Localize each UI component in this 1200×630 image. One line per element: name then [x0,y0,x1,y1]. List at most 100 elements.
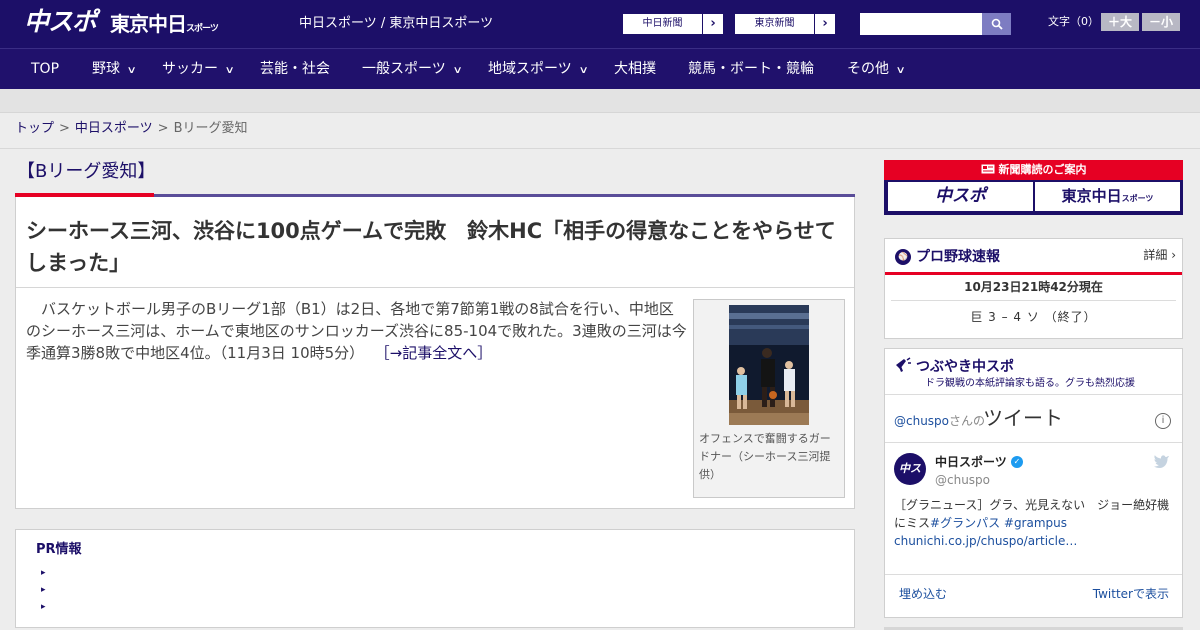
baseball-timestamp: 10月23日21時42分現在 [964,280,1103,294]
pr-section: PR情報 ▸ ▸ ▸ [15,529,855,628]
subscribe-tokyo-chunichi-button[interactable]: 東京中日スポーツ [1035,182,1180,211]
search-bar [860,13,1011,35]
twitter-handle-suffix: さんの [949,414,986,428]
nav-item-local-sports[interactable]: 地域スポーツ ∨ [488,49,589,90]
divider [16,287,854,288]
main-nav: TOP 野球 ∨ サッカー ∨ 芸能・社会 一般スポーツ ∨ 地域スポーツ ∨ 大相撲 … [0,48,1200,89]
breadcrumb-home[interactable]: トップ [15,121,54,136]
nav-label: サッカー [162,61,218,77]
verified-badge-icon: ✓ [1011,456,1023,468]
baseball-widget-title: プロ野球速報 [916,249,1000,265]
nav-item-soccer[interactable]: サッカー ∨ [162,49,235,90]
logo-sub-small-text: スポーツ [186,24,219,34]
subscription-header-label: 新聞購読のご案内 [998,163,1087,176]
divider [0,148,1200,149]
search-icon [991,18,1003,30]
nav-item-baseball[interactable]: 野球 ∨ [92,49,137,90]
subscribe-tokyo-chunichi-small-label: スポーツ [1121,194,1154,203]
breadcrumb-separator: > [157,121,169,136]
tweet-account-name[interactable]: 中日スポーツ [935,454,1007,470]
site-header: 中スポ 東京中日スポーツ 中日スポーツ / 東京中日スポーツ 中日新聞 › 東京… [0,0,1200,48]
tweet-username[interactable]: @chuspo [935,472,990,488]
subscribe-tokyo-chunichi-label: 東京中日 [1061,187,1122,205]
bird-shape [1154,455,1169,468]
divider [891,300,1176,301]
nav-label: TOP [31,61,60,77]
tweet-text: ［グラニュース］グラ、光見えない ジョー絶好機にミス#グランパス #grampu… [894,496,1176,532]
site-title: 中日スポーツ / 東京中日スポーツ [299,16,494,31]
article-photo[interactable] [729,305,809,425]
nav-label: その他 [847,61,889,77]
chevron-down-icon: ∨ [452,65,463,76]
info-icon[interactable]: i [1155,413,1171,429]
breadcrumb-section[interactable]: 中日スポーツ [75,121,153,136]
font-smaller-button[interactable]: －小 [1142,13,1180,31]
article-body-text: バスケットボール男子のBリーグ1部（B1）は2日、各地で第7節第1戦の8試合を行… [26,300,687,362]
chuspo-logo[interactable]: 中スポ [24,8,97,36]
baseball-detail-link[interactable]: 詳細 › [1143,247,1176,263]
search-button[interactable] [982,13,1011,35]
twitter-widget-subtitle: ドラ観戦の本紙評論家も語る。グラも熱烈応援 [925,378,1135,389]
nav-label: 野球 [92,61,120,77]
megaphone-icon [896,357,911,372]
baseball-game-score[interactable]: 巨 3 – 4 ソ （終了） [885,309,1182,325]
twitter-widget-title: つぶやき中スポ [916,359,1014,375]
nav-item-entertainment[interactable]: 芸能・社会 [260,49,330,90]
baseball-scores-widget: ⚾ プロ野球速報 詳細 › 10月23日21時42分現在 巨 3 – 4 ソ （… [884,238,1183,339]
breadcrumb-separator: > [59,121,70,136]
divider [885,574,1182,575]
embed-link[interactable]: 埋め込む [899,586,947,602]
breadcrumb-current: Bリーグ愛知 [173,121,248,136]
chevron-down-icon: ∨ [895,65,906,76]
subscribe-chuspo-button[interactable]: 中スポ [888,182,1033,211]
article-summary: バスケットボール男子のBリーグ1部（B1）は2日、各地で第7節第1戦の8試合を行… [26,298,688,364]
basketball-photo-image [729,305,809,425]
link-label: 東京新聞 [735,14,815,34]
nav-item-other[interactable]: その他 ∨ [847,49,906,90]
divider [885,394,1182,395]
article-card: シーホース三河、渋谷に100点ゲームで完敗 鈴木HC「相手の得意なことをやらせて… [15,197,855,509]
nav-label: 一般スポーツ [362,61,446,77]
logo-sub-text: 東京中日 [110,12,187,36]
nav-item-general-sports[interactable]: 一般スポーツ ∨ [362,49,463,90]
nav-label: 大相撲 [614,61,656,77]
tweet-link[interactable]: chunichi.co.jp/chuspo/article… [894,532,1077,550]
link-label: 中日新聞 [623,14,703,34]
baseball-icon: ⚾ [895,249,911,265]
tokyo-chunichi-logo[interactable]: 東京中日スポーツ [110,11,219,42]
nav-item-sumo[interactable]: 大相撲 [614,49,656,90]
avatar[interactable]: 中スポ [894,453,926,507]
nav-label: 地域スポーツ [488,61,572,77]
chevron-right-icon: › [710,16,716,31]
photo-figure: オフェンスで奮闘するガードナー（シーホース三河提供） [693,299,845,498]
font-size-label: 文字（0） [1048,15,1099,28]
category-heading: 【Bリーグ愛知】 [15,157,855,197]
twitter-handle-label: @chuspoさんの [894,413,985,429]
pr-title: PR情報 [36,542,82,557]
pr-item[interactable]: ▸ [41,602,46,612]
twitter-handle-link[interactable]: @chuspo [894,414,949,428]
nav-item-racing[interactable]: 競馬・ボート・競輪 [688,49,814,90]
chunichi-shimbun-link[interactable]: 中日新聞 › [622,13,724,35]
newspaper-icon [981,164,994,174]
read-more-link[interactable]: ［→記事全文へ］ [382,344,492,362]
view-on-twitter-link[interactable]: Twitterで表示 [1093,586,1169,602]
chevron-down-icon: ∨ [578,65,589,76]
chevron-right-icon: › [822,16,828,31]
divider [885,442,1182,443]
pr-item[interactable]: ▸ [41,568,46,578]
breadcrumb: トップ > 中日スポーツ > Bリーグ愛知 [15,120,248,138]
pr-item[interactable]: ▸ [41,585,46,595]
chevron-down-icon: ∨ [126,65,137,76]
category-title: 【Bリーグ愛知】 [17,161,156,182]
nav-item-top[interactable]: TOP [31,49,59,90]
nav-label: 芸能・社会 [260,61,330,77]
font-larger-button[interactable]: ＋大 [1101,13,1139,31]
article-title: シーホース三河、渋谷に100点ゲームで完敗 鈴木HC「相手の得意なことをやらせて… [26,219,836,275]
search-input[interactable] [860,13,982,35]
tweet-hashtags[interactable]: #グランパス #grampus [930,516,1067,530]
tokyo-shimbun-link[interactable]: 東京新聞 › [734,13,836,35]
twitter-bird-icon[interactable] [1153,454,1169,472]
header-band [0,89,1200,113]
subscription-banner: 新聞購読のご案内 中スポ 東京中日スポーツ [884,160,1183,215]
